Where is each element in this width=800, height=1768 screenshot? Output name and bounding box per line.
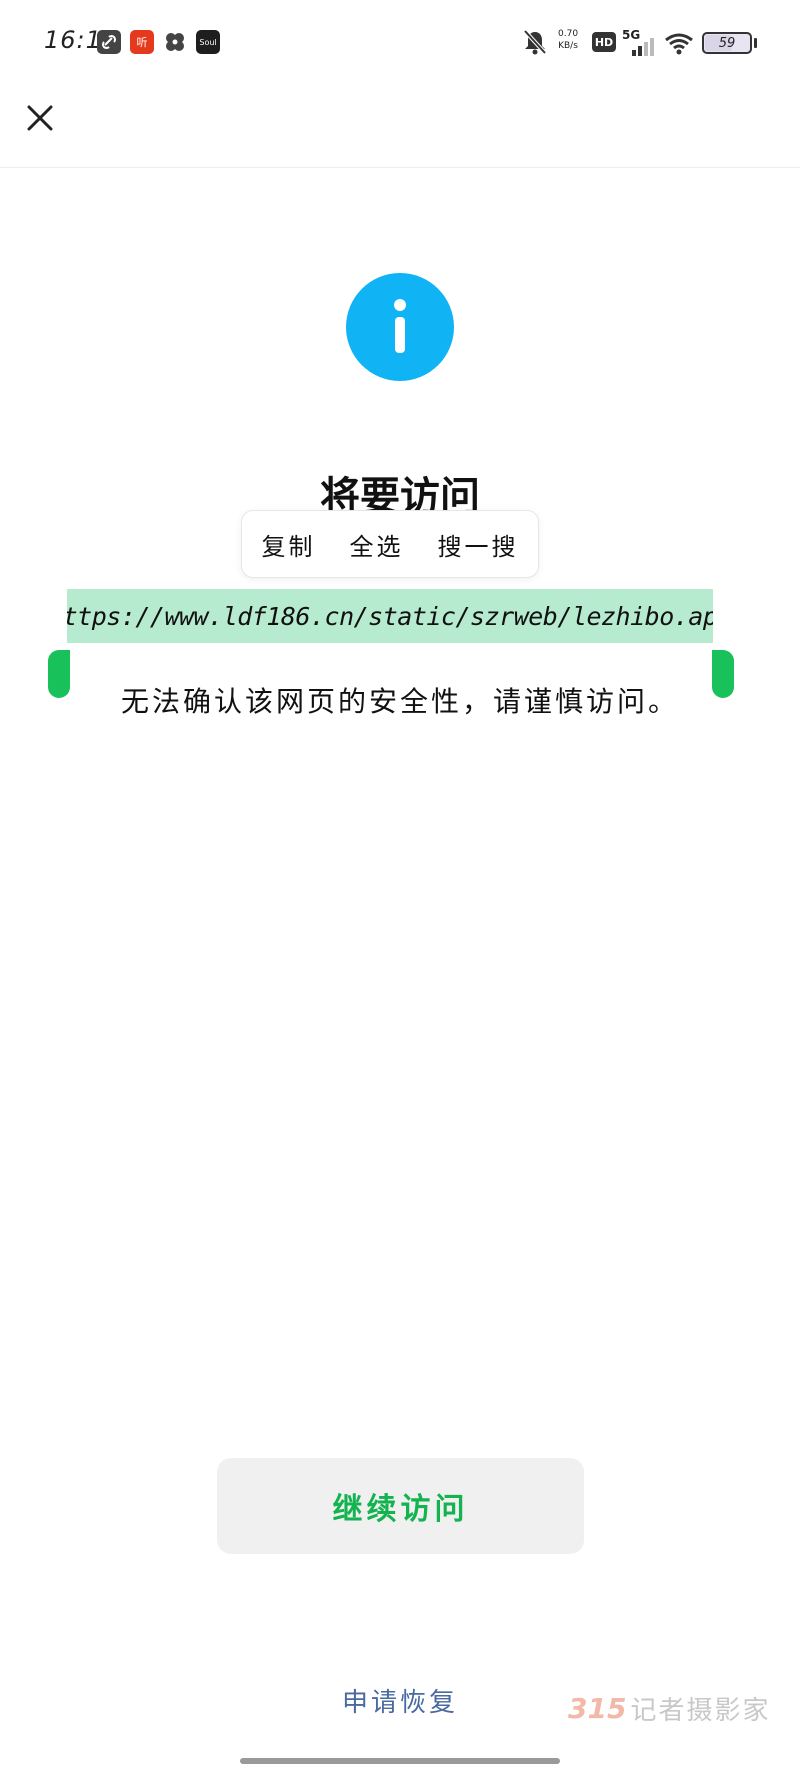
copy-menu-item[interactable]: 复制 bbox=[262, 527, 316, 562]
link-app-icon bbox=[97, 30, 121, 54]
status-bar: 16:19 听 Soul 0.70 KB/s HD 5G 59 bbox=[0, 0, 800, 86]
soul-app-icon: Soul bbox=[196, 30, 220, 54]
hd-badge: HD bbox=[592, 32, 616, 52]
nav-divider bbox=[0, 167, 800, 168]
close-icon[interactable] bbox=[20, 98, 60, 138]
continue-visit-label: 继续访问 bbox=[332, 1492, 469, 1527]
continue-visit-button[interactable]: 继续访问 bbox=[217, 1458, 584, 1554]
info-icon bbox=[346, 273, 454, 381]
watermark-text: 记者摄影家 bbox=[630, 1696, 771, 1726]
home-indicator[interactable] bbox=[240, 1758, 560, 1764]
search-menu-item[interactable]: 搜一搜 bbox=[438, 527, 519, 562]
soul-app-label: Soul bbox=[199, 37, 217, 47]
target-url[interactable]: https://www.ldf186.cn/static/szrweb/lezh… bbox=[67, 602, 713, 631]
battery-level: 59 bbox=[718, 35, 736, 51]
battery-nub bbox=[754, 38, 757, 48]
fan-app-icon bbox=[163, 30, 187, 54]
mute-bell-icon bbox=[522, 28, 548, 58]
ting-app-icon: 听 bbox=[130, 30, 154, 54]
ting-app-label: 听 bbox=[136, 36, 148, 49]
watermark: 315 记者摄影家 bbox=[568, 1690, 770, 1727]
select-all-menu-item[interactable]: 全选 bbox=[350, 527, 404, 562]
url-selection[interactable]: https://www.ldf186.cn/static/szrweb/lezh… bbox=[67, 589, 713, 643]
net-speed: 0.70 KB/s bbox=[558, 28, 578, 52]
net-speed-unit: KB/s bbox=[558, 41, 578, 51]
signal-icon bbox=[630, 36, 656, 66]
battery-icon: 59 bbox=[702, 32, 752, 54]
net-speed-value: 0.70 bbox=[558, 29, 579, 39]
wifi-icon bbox=[664, 32, 694, 62]
text-selection-menu: 复制 全选 搜一搜 bbox=[241, 510, 539, 578]
watermark-logo: 315 bbox=[568, 1692, 627, 1725]
security-warning: 无法确认该网页的安全性，请谨慎访问。 bbox=[120, 685, 679, 718]
